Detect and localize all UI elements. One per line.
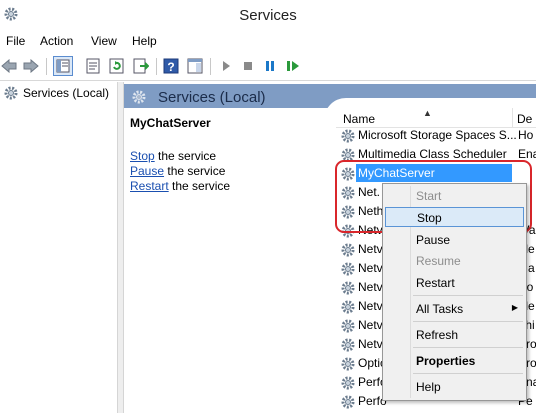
context-menu-item-resume[interactable]: Resume [385, 251, 524, 271]
export-list-icon[interactable] [132, 57, 150, 75]
context-menu-item-label: Pause [416, 233, 451, 247]
service-name: Microsoft Storage Spaces S... [358, 128, 517, 142]
context-menu-separator [413, 321, 523, 322]
refresh-icon[interactable] [108, 57, 126, 75]
action-restart-rest: the service [168, 179, 231, 193]
menu-help[interactable]: Help [132, 34, 157, 48]
selected-service-name: MyChatServer [130, 116, 211, 130]
window-title: Services [239, 7, 297, 24]
gear-icon [132, 90, 146, 104]
context-menu-item-label: Restart [416, 276, 455, 290]
context-menu-item-pause[interactable]: Pause [385, 230, 524, 250]
toolbar-separator [156, 58, 157, 75]
service-name: Netv [358, 280, 383, 294]
menu-view[interactable]: View [91, 34, 117, 48]
tree-item-label: Services (Local) [23, 86, 110, 100]
service-description: Ena [518, 147, 536, 161]
service-name: Netv [358, 261, 383, 275]
service-name: Netv [358, 318, 383, 332]
context-menu-item-all-tasks[interactable]: All Tasks ▶ [385, 299, 524, 319]
stop-link[interactable]: Stop [130, 149, 155, 163]
back-arrow-icon[interactable] [0, 57, 18, 75]
console-tree: Services (Local) [0, 82, 118, 413]
pause-link[interactable]: Pause [130, 164, 164, 178]
action-pause-rest: the service [164, 164, 226, 178]
main-header-title: Services (Local) [158, 89, 266, 106]
context-menu-separator [413, 373, 523, 374]
forward-arrow-icon[interactable] [22, 57, 40, 75]
pause-service-icon[interactable] [261, 57, 279, 75]
stop-service-icon[interactable] [239, 57, 257, 75]
main-header: Services (Local) [124, 84, 536, 108]
context-menu-separator [413, 295, 523, 296]
context-menu-item-label: Start [416, 189, 442, 203]
svg-text:?: ? [167, 60, 174, 74]
tree-item-services-local[interactable]: Services (Local) [3, 85, 109, 101]
context-menu-item-restart[interactable]: Restart [385, 273, 524, 293]
column-header-description[interactable]: De [517, 112, 532, 126]
gear-icon [4, 86, 18, 100]
toolbar-separator [46, 58, 47, 75]
context-menu-item-start[interactable]: Start [385, 186, 524, 206]
properties-icon[interactable] [84, 57, 102, 75]
service-name: Netv [358, 337, 383, 351]
context-menu-item-help[interactable]: Help [385, 377, 524, 397]
menu-action[interactable]: Action [40, 34, 73, 48]
context-menu-item-properties[interactable]: Properties [385, 351, 524, 371]
help-icon[interactable]: ? [162, 57, 180, 75]
show-pane-icon[interactable] [186, 57, 204, 75]
context-menu: Start Stop Pause Resume Restart All Tasks ▶ Ref… [382, 183, 527, 401]
submenu-arrow-icon: ▶ [511, 303, 518, 312]
service-name: Multimedia Class Scheduler [358, 147, 507, 161]
context-menu-item-label: Help [416, 380, 441, 394]
service-description: Ho [518, 128, 534, 142]
context-menu-item-refresh[interactable]: Refresh [385, 325, 524, 345]
service-name: Netv [358, 242, 383, 256]
title-bar: Services [0, 0, 536, 30]
context-menu-item-stop[interactable]: Stop [385, 207, 524, 227]
action-stop-rest: the service [154, 149, 217, 163]
column-headers: Name ▲ De [336, 108, 536, 128]
service-name: Netv [358, 299, 383, 313]
list-item[interactable]: Microsoft Storage Spaces S... Ho [336, 126, 536, 145]
column-header-name[interactable]: Name [343, 112, 375, 126]
sort-ascending-icon: ▲ [423, 108, 432, 118]
restart-service-icon[interactable] [284, 57, 302, 75]
console-tree-icon[interactable] [53, 56, 73, 76]
column-divider[interactable] [512, 108, 513, 128]
action-stop-line: Stop the service [130, 149, 216, 163]
action-restart-line: Restart the service [130, 179, 230, 193]
restart-link[interactable]: Restart [130, 179, 169, 193]
context-menu-item-label: Stop [417, 211, 442, 225]
context-menu-separator [413, 347, 523, 348]
context-menu-item-label: Properties [416, 354, 476, 368]
context-menu-item-label: Refresh [416, 328, 459, 342]
context-menu-item-label: Resume [416, 254, 461, 268]
context-menu-item-label: All Tasks [416, 302, 464, 316]
header-curve-decoration [324, 98, 536, 108]
toolbar: ? [0, 52, 536, 81]
action-pause-line: Pause the service [130, 164, 225, 178]
menu-file[interactable]: File [6, 34, 25, 48]
description-panel: MyChatServer Stop the service Pause the … [130, 116, 330, 193]
menu-bar: File Action View Help [0, 30, 536, 52]
toolbar-separator [210, 58, 211, 75]
start-service-icon[interactable] [217, 57, 235, 75]
